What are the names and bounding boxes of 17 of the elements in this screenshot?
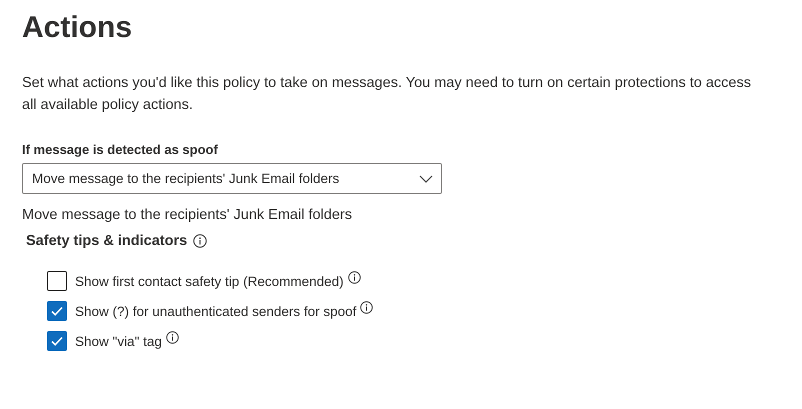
checkbox[interactable] bbox=[47, 331, 67, 351]
chevron-down-icon bbox=[419, 174, 433, 182]
description-text: Set what actions you'd like this policy to take on messages. You may need to turn on certain protections to access all available policy actions. bbox=[22, 74, 752, 115]
action-dropdown[interactable]: Move message to the recipients' Junk Email folders bbox=[22, 163, 442, 194]
field-label: If message is detected as spoof bbox=[22, 142, 219, 157]
selected-action-text: Move message to the recipients' Junk Email folders bbox=[22, 207, 353, 223]
page-title: Actions bbox=[22, 10, 134, 46]
info-icon[interactable] bbox=[348, 271, 361, 284]
info-icon[interactable] bbox=[166, 331, 179, 344]
info-icon[interactable] bbox=[360, 301, 374, 314]
section-heading: Safety tips & indicators bbox=[26, 233, 188, 249]
checkbox-label: Show "via" tag bbox=[75, 334, 162, 348]
checkbox[interactable] bbox=[47, 301, 67, 321]
info-icon[interactable] bbox=[193, 234, 208, 248]
checkbox-label: Show (?) for unauthenticated senders for spoof bbox=[75, 304, 356, 318]
checkbox[interactable] bbox=[47, 271, 67, 291]
checkbox-label: Show first contact safety tip (Recommended) bbox=[75, 274, 344, 288]
